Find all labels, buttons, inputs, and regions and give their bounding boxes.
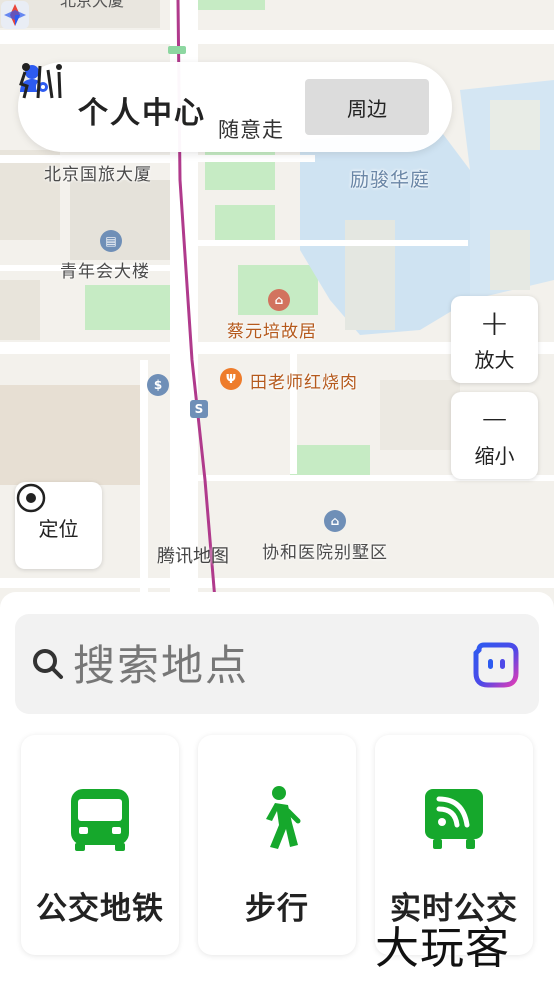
- app-screen: 北京大厦 北京国旅大厦 励骏华庭 ▤ 青年会大楼 ⌂ 蔡元培故居 Ψ 田老师红烧…: [0, 0, 554, 985]
- map-view[interactable]: 北京大厦 北京国旅大厦 励骏华庭 ▤ 青年会大楼 ⌂ 蔡元培故居 Ψ 田老师红烧…: [0, 0, 554, 600]
- svg-text:北京大厦: 北京大厦: [60, 0, 124, 10]
- zoom-out-button[interactable]: − 缩小: [451, 392, 538, 479]
- zoom-in-button[interactable]: + 放大: [451, 296, 538, 383]
- poi-label[interactable]: 蔡元培故居: [227, 317, 317, 342]
- subway-icon[interactable]: S: [190, 400, 208, 418]
- poi-label[interactable]: 励骏华庭: [350, 165, 430, 192]
- profile-center-label[interactable]: 个人中心: [78, 88, 206, 132]
- watermark: 大玩客: [375, 923, 510, 974]
- building-icon[interactable]: ▤: [100, 230, 122, 252]
- walk-card[interactable]: 步行: [198, 735, 356, 955]
- transit-card[interactable]: 公交地铁: [21, 735, 179, 955]
- top-panel: 个人中心 随意走 周边: [18, 62, 452, 152]
- compass-logo-icon: [1, 1, 29, 29]
- search-bar[interactable]: [15, 614, 539, 714]
- poi-label[interactable]: 青年会大楼: [60, 257, 150, 282]
- locate-button[interactable]: 定位: [15, 482, 102, 569]
- map-provider-label: 腾讯地图: [157, 546, 229, 567]
- poi-label[interactable]: 田老师红烧肉: [250, 368, 358, 393]
- residence-icon[interactable]: ⌂: [324, 510, 346, 532]
- locate-icon: [16, 483, 46, 513]
- zoom-out-label: 缩小: [474, 444, 515, 468]
- random-walk-label[interactable]: 随意走: [218, 114, 284, 144]
- walk-route-icon[interactable]: [18, 62, 68, 102]
- walker-icon: [266, 786, 301, 849]
- walk-label: 步行: [245, 891, 309, 927]
- poi-label[interactable]: 北京国旅大厦: [44, 160, 152, 185]
- restaurant-icon[interactable]: Ψ: [220, 368, 242, 390]
- nearby-button[interactable]: 周边: [305, 79, 429, 135]
- search-icon: [33, 649, 63, 679]
- zoom-in-label: 放大: [474, 348, 515, 372]
- museum-icon[interactable]: ⌂: [268, 289, 290, 311]
- assistant-icon[interactable]: [471, 640, 521, 690]
- plus-icon: +: [479, 303, 510, 344]
- bus-icon: [71, 789, 129, 851]
- bank-icon[interactable]: $: [147, 374, 169, 396]
- realtime-bus-icon: [425, 789, 483, 849]
- minus-icon: −: [479, 399, 510, 440]
- locate-label: 定位: [38, 517, 79, 541]
- poi-label[interactable]: 协和医院别墅区: [262, 538, 388, 563]
- transit-label: 公交地铁: [36, 891, 164, 927]
- search-input[interactable]: [71, 636, 455, 694]
